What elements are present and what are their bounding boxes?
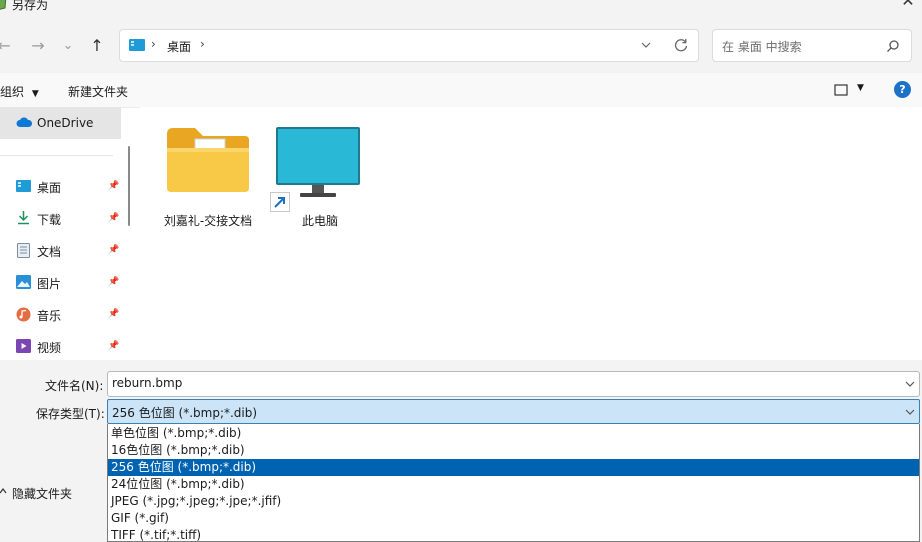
filetype-option[interactable]: JPEG (*.jpg;*.jpeg;*.jpe;*.jfif) xyxy=(108,493,919,510)
caret-down-icon: ▼ xyxy=(31,89,39,99)
pin-icon: 📌 xyxy=(108,181,120,191)
monitor-shortcut-icon xyxy=(276,127,360,197)
sidebar-scrollbar[interactable] xyxy=(128,146,130,226)
title-bar xyxy=(0,0,922,18)
filetype-value: 256 色位图 (*.bmp;*.dib) xyxy=(112,406,258,420)
chevron-down-icon[interactable] xyxy=(904,379,916,389)
window-title: 另存为 xyxy=(12,0,49,12)
up-button[interactable]: ↑ xyxy=(87,36,107,56)
filetype-option[interactable]: GIF (*.gif) xyxy=(108,510,919,527)
recent-locations-button[interactable]: ⌄ xyxy=(58,36,78,56)
search-icon[interactable] xyxy=(886,39,900,53)
back-button[interactable]: ← xyxy=(0,36,14,56)
pin-icon: 📌 xyxy=(108,213,120,223)
filetype-option[interactable]: 16色位图 (*.bmp;*.dib) xyxy=(108,442,919,459)
folder-with-word-doc-icon: W xyxy=(167,128,249,192)
filename-field[interactable] xyxy=(107,371,920,397)
address-bar[interactable] xyxy=(119,29,699,62)
save-as-app-icon xyxy=(0,0,7,10)
help-button[interactable]: ? xyxy=(894,81,911,98)
new-folder-button[interactable]: 新建文件夹 xyxy=(68,83,128,100)
view-mode-icon[interactable] xyxy=(834,84,848,96)
document-icon xyxy=(17,243,30,258)
sidebar-item-label: OneDrive xyxy=(37,116,94,130)
filetype-option[interactable]: TIFF (*.tif;*.tiff) xyxy=(108,527,919,541)
shortcut-arrow-icon xyxy=(270,192,290,212)
refresh-icon[interactable] xyxy=(673,37,689,53)
filetype-label: 保存类型(T): xyxy=(36,407,105,421)
view-options-caret-icon[interactable]: ▼ xyxy=(857,83,864,93)
close-button[interactable]: ✕ xyxy=(896,0,920,14)
onedrive-cloud-icon xyxy=(16,117,33,127)
filename-value: reburn.bmp xyxy=(112,376,183,390)
chevron-down-icon[interactable] xyxy=(640,40,652,50)
filename-label: 文件名(N): xyxy=(45,379,104,393)
sidebar-item-label: 下载 xyxy=(37,213,62,227)
breadcrumb-separator: › xyxy=(151,37,156,51)
sidebar-divider xyxy=(0,155,113,156)
filetype-option[interactable]: 24位位图 (*.bmp;*.dib) xyxy=(108,476,919,493)
filetype-option-selected[interactable]: 256 色位图 (*.bmp;*.dib) xyxy=(108,459,919,476)
file-name: 刘嘉礼-交接文档 xyxy=(163,214,253,228)
command-bar xyxy=(0,73,922,108)
hide-folders-label: 隐藏文件夹 xyxy=(12,487,73,501)
sidebar-item-label: 视频 xyxy=(37,341,62,355)
pin-icon: 📌 xyxy=(108,277,120,287)
sidebar-item-label: 图片 xyxy=(37,277,62,291)
sidebar-item-label: 文档 xyxy=(37,245,62,259)
breadcrumb-desktop[interactable]: 桌面 xyxy=(167,38,191,55)
pin-icon: 📌 xyxy=(108,309,120,319)
filetype-dropdown-list: 单色位图 (*.bmp;*.dib) 16色位图 (*.bmp;*.dib) 2… xyxy=(107,424,920,542)
pin-icon: 📌 xyxy=(108,245,120,255)
organize-button[interactable]: 组织 ▼ xyxy=(0,83,39,100)
download-icon xyxy=(18,211,29,225)
file-name: 此电脑 xyxy=(301,214,338,228)
desktop-icon xyxy=(129,39,145,51)
breadcrumb-separator: › xyxy=(200,37,205,51)
filetype-option[interactable]: 单色位图 (*.bmp;*.dib) xyxy=(108,425,919,442)
music-icon xyxy=(16,307,31,322)
desktop-icon xyxy=(16,180,31,192)
sidebar-item-label: 音乐 xyxy=(37,309,62,323)
organize-label: 组织 xyxy=(0,85,25,99)
video-icon xyxy=(16,339,31,353)
pin-icon: 📌 xyxy=(108,341,120,351)
search-placeholder: 在 桌面 中搜索 xyxy=(722,40,802,54)
chevron-up-icon xyxy=(0,488,7,494)
chevron-down-icon[interactable] xyxy=(904,407,916,417)
forward-button[interactable]: → xyxy=(28,36,48,56)
hide-folders-button[interactable]: 隐藏文件夹 xyxy=(0,482,100,504)
sidebar-item-label: 桌面 xyxy=(37,181,62,195)
pictures-icon xyxy=(16,275,31,289)
